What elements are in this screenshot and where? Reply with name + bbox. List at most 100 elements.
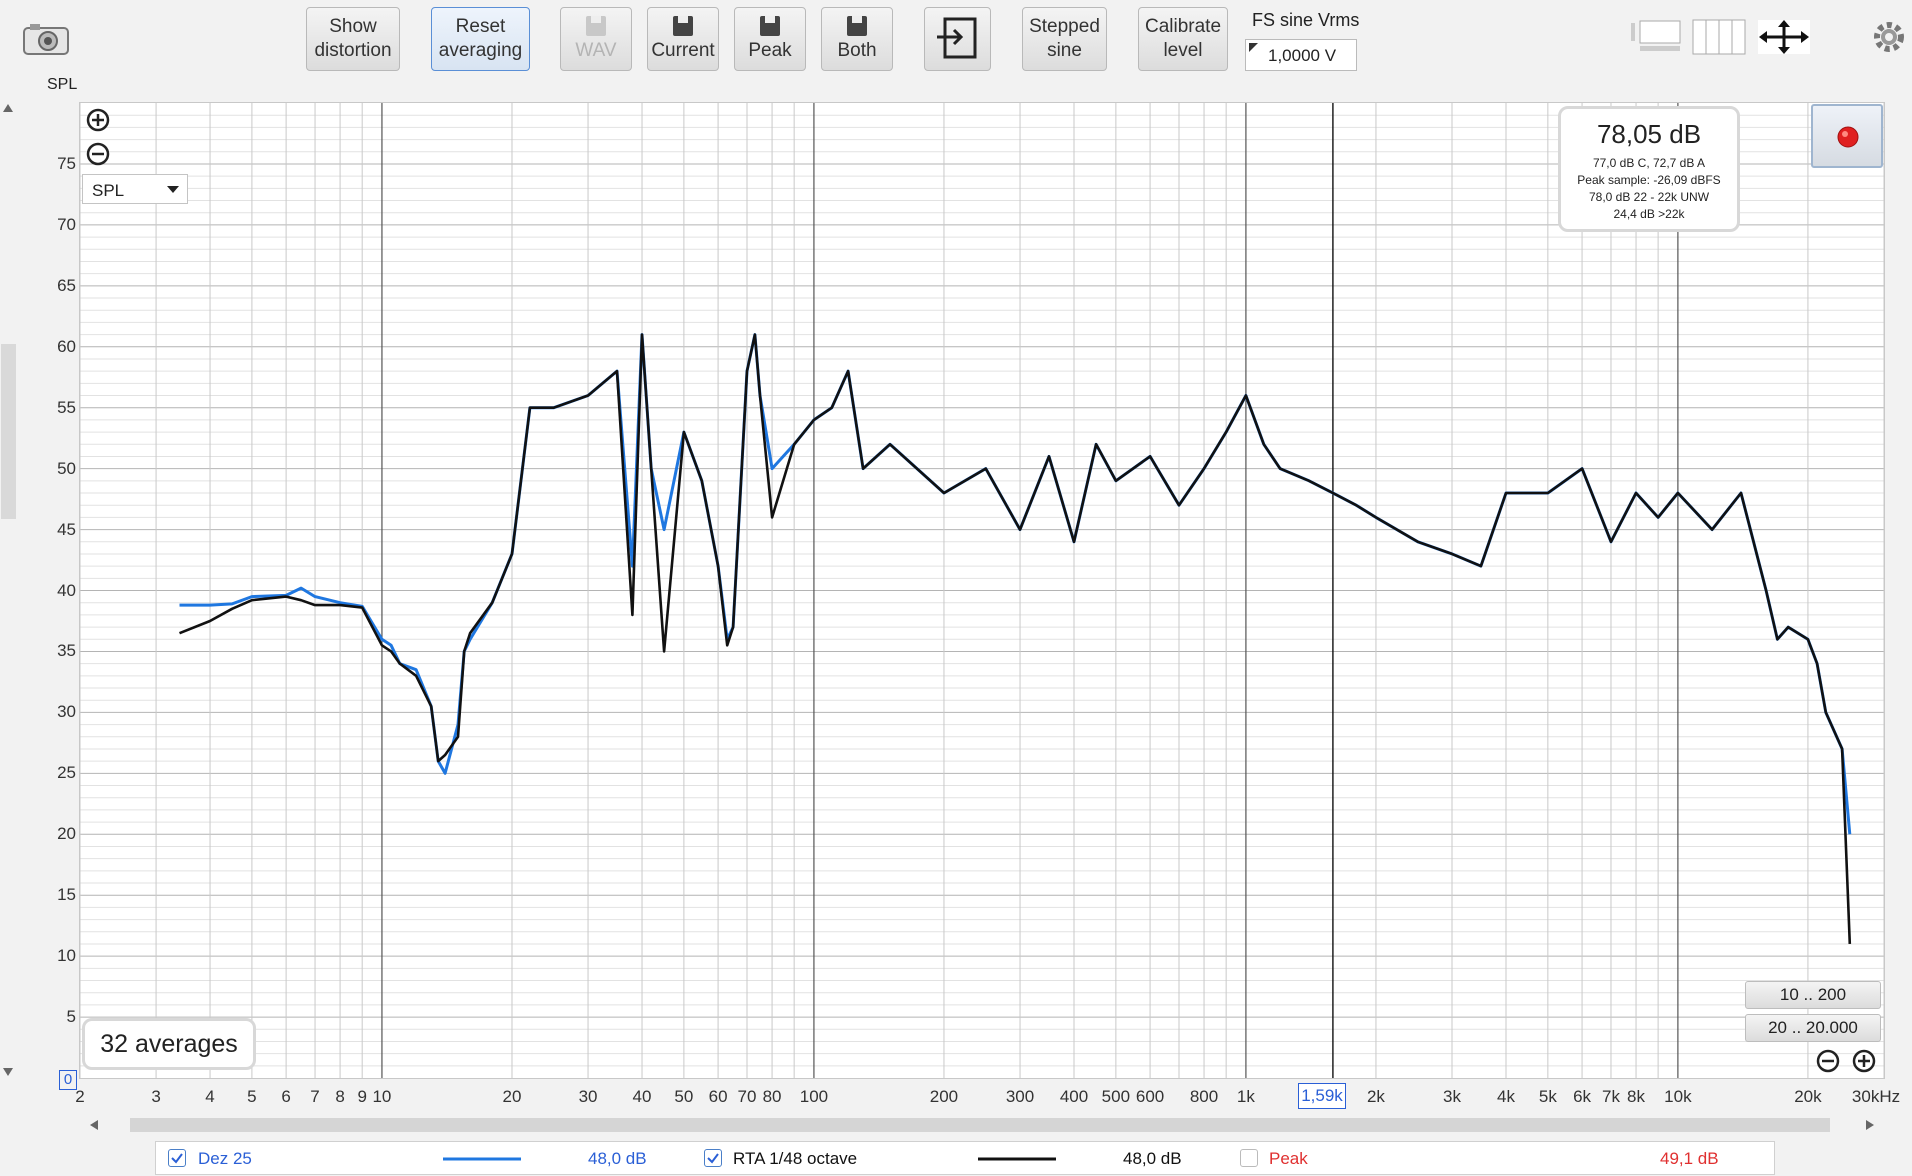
save-disk-icon [760, 16, 780, 36]
chart-svg[interactable] [80, 103, 1884, 1078]
x-zoom-out-icon[interactable] [1816, 1049, 1840, 1073]
legend-bar: Dez 25 48,0 dB RTA 1/48 octave 48,0 dB P… [155, 1141, 1775, 1175]
level-line-4: 24,4 dB >22k [1613, 207, 1685, 221]
x-tick-label: 30kHz [1851, 1087, 1901, 1106]
x-tick-label: 800 [1189, 1087, 1219, 1106]
x-tick-label: 3 [151, 1087, 161, 1106]
x-tick-label: 8k [1627, 1087, 1645, 1106]
x-tick-label: 100 [799, 1087, 829, 1106]
stepped-sine-line1: Stepped [1029, 16, 1100, 37]
calibrate-level-button[interactable]: Calibrate level [1138, 7, 1228, 71]
level-line-3: 78,0 dB 22 - 22k UNW [1588, 190, 1710, 204]
move-arrows-icon[interactable] [1757, 19, 1811, 55]
y-tick-label: 65 [57, 275, 76, 295]
single-view-icon[interactable] [1630, 19, 1682, 53]
zoom-in-icon[interactable] [86, 108, 110, 132]
series-line-dez-25 [179, 333, 1852, 835]
dez-label: Dez 25 [198, 1149, 252, 1168]
level-line-2: Peak sample: -26,09 dBFS [1577, 173, 1721, 187]
x-tick-label: 400 [1059, 1087, 1089, 1106]
x-tick-label: 5k [1538, 1087, 1557, 1106]
y-tick-label: 10 [57, 946, 76, 966]
y-tick-label: 15 [57, 885, 76, 905]
save-both-button[interactable]: Both [821, 7, 893, 71]
rta-label: RTA 1/48 octave [733, 1149, 858, 1168]
record-button[interactable] [1811, 104, 1883, 168]
x-tick-label: 200 [929, 1087, 959, 1106]
x-tick-label: 300 [1005, 1087, 1035, 1106]
dez-value: 48,0 dB [588, 1149, 647, 1168]
reset-averaging-line2: averaging [438, 40, 523, 61]
peak-checkbox[interactable] [1240, 1149, 1258, 1167]
y-tick-label: 20 [57, 824, 76, 844]
x-tick-label: 6 [281, 1087, 291, 1106]
camera-icon[interactable] [22, 22, 70, 56]
import-button[interactable] [924, 7, 991, 71]
x-tick-label: 30 [578, 1087, 598, 1106]
x-tick-label: 4 [205, 1087, 215, 1106]
x-tick-label: 70 [737, 1087, 757, 1106]
x-zoom-in-icon[interactable] [1852, 1049, 1876, 1073]
zoom-preset-10-200[interactable]: 10 .. 200 [1745, 981, 1881, 1009]
level-main: 78,05 dB [1596, 119, 1702, 149]
chevron-down-icon [167, 186, 179, 193]
y-tick-label: 75 [57, 153, 76, 173]
split-view-icon[interactable] [1692, 19, 1746, 55]
wav-label: WAV [575, 40, 617, 61]
show-distortion-line2: distortion [314, 40, 392, 61]
stepped-sine-button[interactable]: Stepped sine [1022, 7, 1107, 71]
record-icon [1837, 126, 1859, 148]
rta-checkbox[interactable] [704, 1149, 722, 1167]
mode-select[interactable]: SPL [82, 174, 188, 204]
save-disk-icon [847, 16, 867, 36]
zoom-out-icon[interactable] [86, 142, 110, 166]
dez-checkbox[interactable] [168, 1149, 186, 1167]
y-tick-label: 40 [57, 580, 76, 600]
y-tick-label: 25 [57, 763, 76, 783]
x-tick-label: 60 [708, 1087, 728, 1106]
y-tick-label: 60 [57, 336, 76, 356]
horizontal-scrollbar[interactable] [78, 1115, 1886, 1135]
x-tick-label: 20k [1794, 1087, 1822, 1106]
cursor-frequency-value: 1,59k [1301, 1086, 1343, 1105]
reset-averaging-button[interactable]: Reset averaging [431, 7, 530, 71]
x-tick-label: 5 [247, 1087, 257, 1106]
calibrate-level-line2: level [1163, 40, 1203, 61]
dez-line-swatch [443, 1157, 521, 1161]
stepped-sine-line2: sine [1047, 40, 1082, 61]
save-peak-button[interactable]: Peak [734, 7, 806, 71]
save-current-button[interactable]: Current [647, 7, 719, 71]
level-readout: 78,05 dB 77,0 dB C, 72,7 dB A Peak sampl… [1558, 106, 1740, 232]
averages-badge: 32 averages [82, 1018, 256, 1070]
y-tick-label: 50 [57, 458, 76, 478]
fs-sine-label: FS sine Vrms [1252, 10, 1360, 30]
current-label: Current [651, 40, 715, 61]
averages-text: 32 averages [100, 1029, 238, 1058]
x-tick-label: 20 [502, 1087, 522, 1106]
x-tick-label: 80 [762, 1087, 782, 1106]
wav-button[interactable]: WAV [560, 7, 632, 71]
vertical-scrollbar[interactable] [0, 98, 17, 1082]
x-tick-label: 10 [372, 1087, 392, 1106]
y-tick-label: 45 [57, 519, 76, 539]
calibrate-level-line1: Calibrate [1144, 16, 1222, 37]
show-distortion-button[interactable]: Show distortion [306, 7, 400, 71]
x-tick-label: 8 [335, 1087, 345, 1106]
gear-icon[interactable] [1872, 20, 1906, 54]
zoom-preset-20-20000[interactable]: 20 .. 20.000 [1745, 1014, 1881, 1042]
y-axis-title: SPL [47, 76, 78, 93]
fs-sine-input[interactable]: 1,0000 V [1245, 39, 1357, 71]
x-tick-label: 1k [1236, 1087, 1255, 1106]
x-tick-label: 3k [1443, 1087, 1461, 1106]
x-tick-label: 7k [1601, 1087, 1620, 1106]
save-disk-icon [673, 16, 693, 36]
reset-averaging-line1: Reset [455, 16, 506, 37]
x-tick-label: 7 [310, 1087, 320, 1106]
x-tick-label: 9 [357, 1087, 367, 1106]
y-tick-label: 5 [66, 1007, 76, 1027]
rta-value: 48,0 dB [1123, 1149, 1182, 1168]
rta-graph[interactable] [79, 102, 1885, 1079]
x-tick-label: 50 [674, 1087, 694, 1106]
fs-sine-value: 1,0000 V [1268, 46, 1337, 65]
both-label: Both [837, 40, 877, 61]
